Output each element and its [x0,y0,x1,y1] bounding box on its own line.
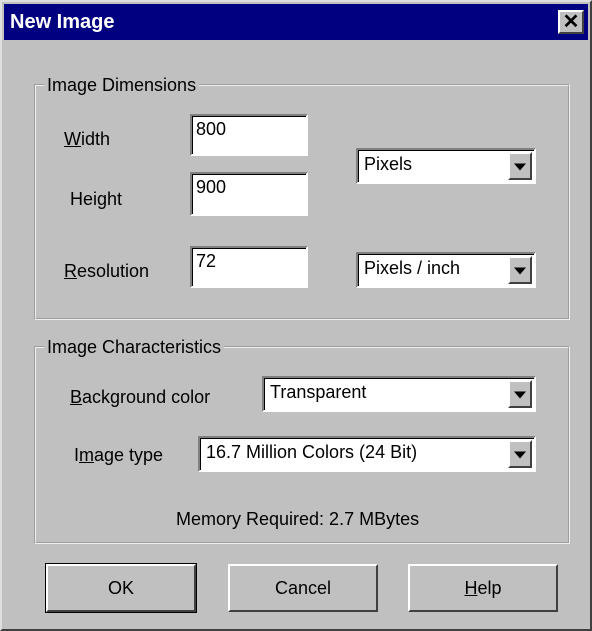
chevron-down-icon[interactable] [508,380,532,408]
ok-button[interactable]: OK [45,563,197,613]
image-type-label: Image type [74,445,164,465]
cancel-button[interactable]: Cancel [228,564,378,612]
chevron-down-icon[interactable] [508,256,532,284]
new-image-dialog: New Image ✕ Image Dimensions Width 800 H… [0,0,592,631]
memory-required-text: Memory Required: 2.7 MBytes [176,509,420,529]
image-type-select[interactable]: 16.7 Million Colors (24 Bit) [198,436,536,472]
height-label: Height [70,189,123,209]
image-dimensions-title: Image Dimensions [44,74,200,96]
background-color-value: Transparent [270,382,367,402]
close-icon: ✕ [562,11,580,33]
background-color-select[interactable]: Transparent [262,376,536,412]
resolution-input[interactable]: 72 [190,246,308,288]
image-type-value: 16.7 Million Colors (24 Bit) [206,442,418,462]
chevron-down-icon[interactable] [508,440,532,468]
width-input[interactable]: 800 [190,114,308,156]
size-unit-select[interactable]: Pixels [356,148,536,184]
background-color-label: Background color [70,387,211,407]
size-unit-value: Pixels [364,154,413,174]
width-label: Width [64,129,111,149]
chevron-down-icon[interactable] [508,152,532,180]
close-button[interactable]: ✕ [558,10,584,34]
title-bar[interactable]: New Image ✕ [4,4,588,40]
dialog-title: New Image [10,11,115,33]
image-characteristics-title: Image Characteristics [44,336,225,358]
help-button[interactable]: Help [408,564,558,612]
resolution-unit-value: Pixels / inch [364,258,461,278]
height-input[interactable]: 900 [190,172,308,216]
resolution-label: Resolution [64,261,150,281]
resolution-unit-select[interactable]: Pixels / inch [356,252,536,288]
